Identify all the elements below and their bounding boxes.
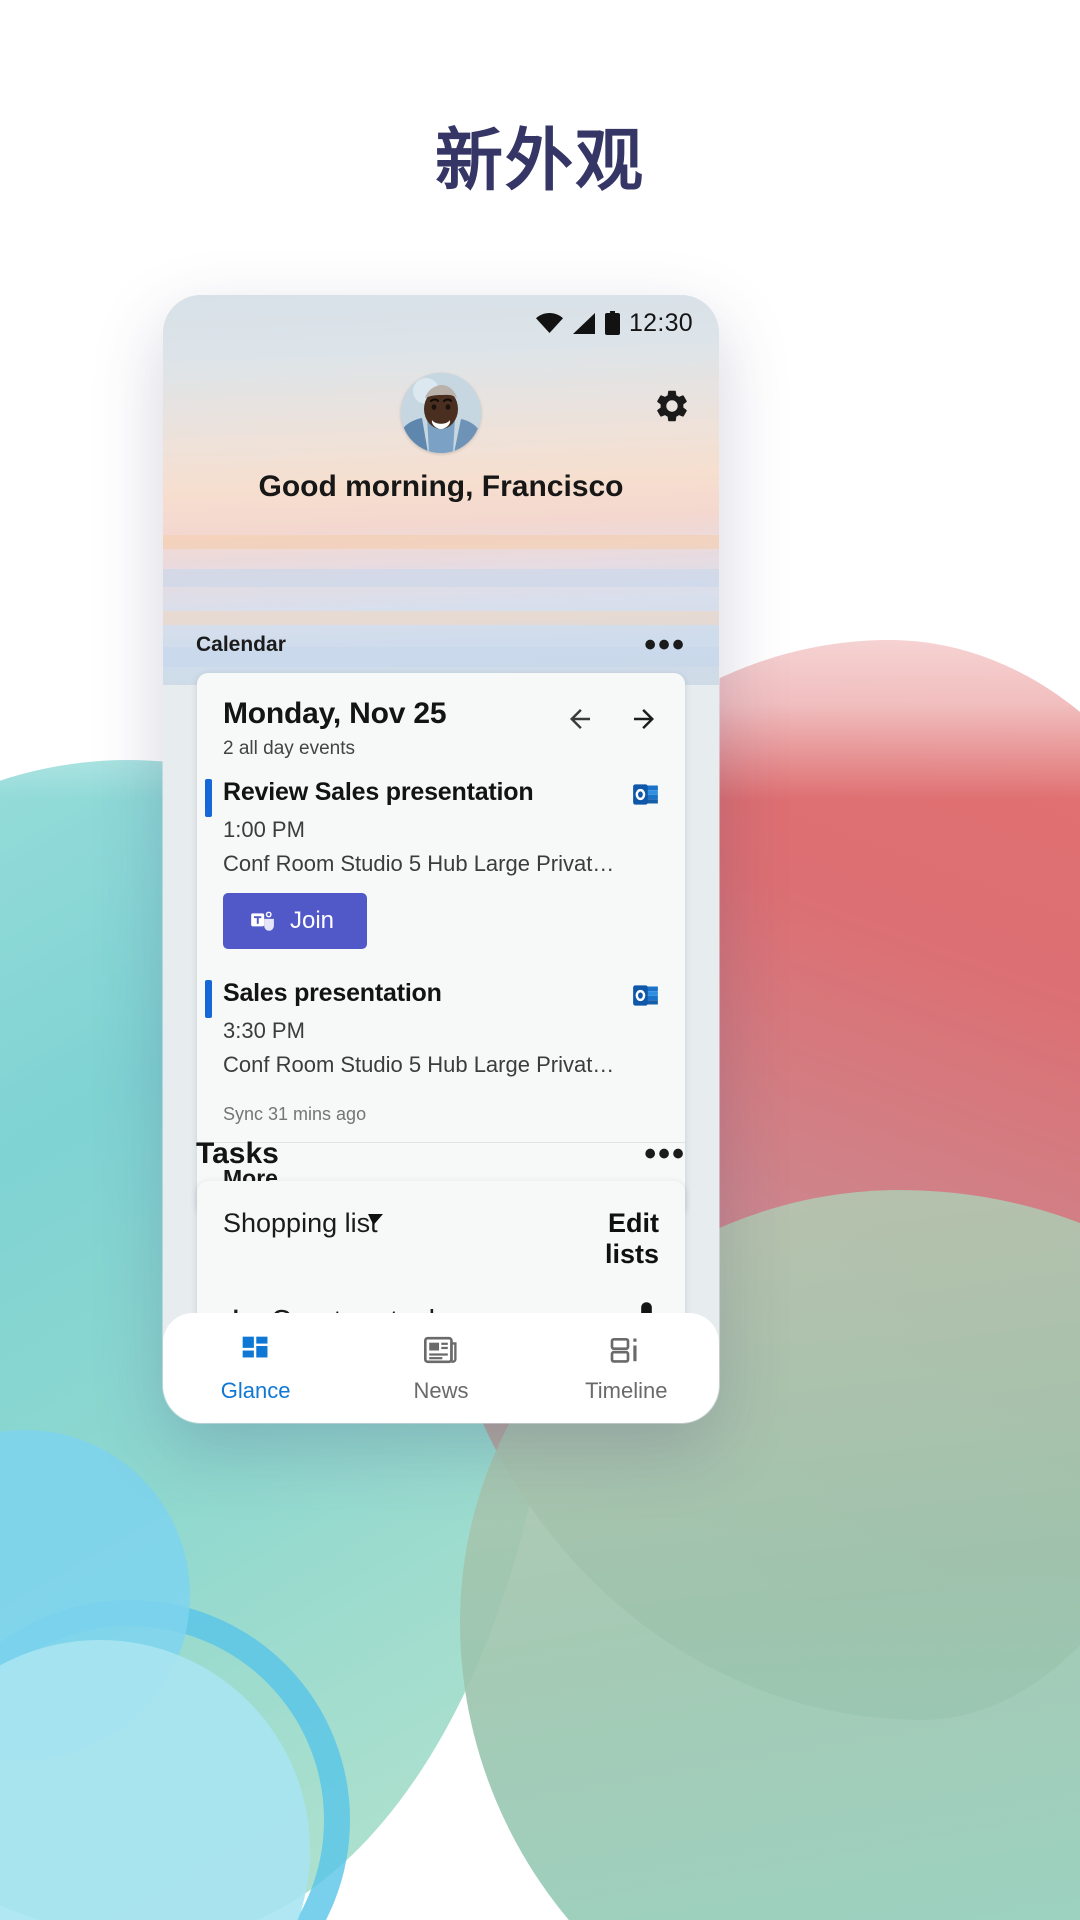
- page-headline: 新外观: [434, 122, 645, 201]
- gear-icon[interactable]: [653, 387, 691, 425]
- task-list-name: Shopping list: [223, 1208, 378, 1238]
- newspaper-icon: [423, 1333, 458, 1367]
- event-accent-bar: [205, 779, 212, 817]
- edit-lists-button[interactable]: Edit lists: [549, 1208, 659, 1270]
- nav-item-news[interactable]: News: [348, 1333, 533, 1404]
- event-title: Review Sales presentation: [223, 778, 534, 806]
- phone-mockup: 12:30 Good morning, Francisco Calendar •…: [163, 295, 719, 1423]
- nav-item-timeline[interactable]: Timeline: [534, 1333, 719, 1404]
- join-button[interactable]: Join: [223, 893, 368, 949]
- bottom-navigation-bar: Glance News Timeline: [163, 1313, 719, 1423]
- calendar-nav-arrows: [565, 697, 659, 734]
- nav-item-glance[interactable]: Glance: [163, 1333, 348, 1404]
- event-time: 1:00 PM: [223, 817, 305, 842]
- cellular-signal-icon: [572, 312, 596, 334]
- greeting-text: Good morning, Francisco: [258, 470, 624, 503]
- nav-label-news: News: [413, 1377, 469, 1403]
- calendar-overflow-menu[interactable]: •••: [644, 628, 686, 662]
- nav-label-timeline: Timeline: [585, 1377, 668, 1403]
- wifi-icon: [535, 313, 563, 333]
- calendar-section-title: Calendar: [196, 633, 286, 656]
- tasks-card-header: Shopping list Edit lists: [197, 1181, 685, 1270]
- teams-icon: [249, 908, 275, 934]
- calendar-event-row[interactable]: Sales presentation 3:30 PM Conf Room Stu…: [197, 961, 685, 1084]
- event-location: Conf Room Studio 5 Hub Large Privat…: [223, 851, 615, 876]
- tasks-section-title: Tasks: [196, 1137, 279, 1170]
- event-accent-bar: [205, 980, 212, 1018]
- calendar-section-header: Calendar •••: [163, 628, 719, 662]
- hero-color-bands: [163, 535, 719, 695]
- previous-day-arrow-icon[interactable]: [565, 704, 595, 734]
- timeline-icon: [610, 1333, 642, 1367]
- tasks-overflow-menu[interactable]: •••: [644, 1137, 686, 1171]
- event-location: Conf Room Studio 5 Hub Large Privat…: [223, 1052, 615, 1077]
- join-button-label: Join: [290, 907, 335, 934]
- status-bar-time: 12:30: [628, 308, 693, 337]
- avatar[interactable]: [401, 373, 481, 453]
- glance-tiles-icon: [240, 1333, 272, 1367]
- status-bar: 12:30: [163, 295, 719, 351]
- calendar-allday-count: 2 all day events: [223, 738, 356, 759]
- calendar-date: Monday, Nov 25: [223, 697, 447, 730]
- nav-label-glance: Glance: [220, 1377, 291, 1403]
- task-list-selector[interactable]: Shopping list: [223, 1208, 383, 1239]
- calendar-card-header: Monday, Nov 25 2 all day events: [197, 673, 685, 760]
- event-title-row: Sales presentation: [223, 979, 659, 1009]
- outlook-icon: [632, 982, 659, 1009]
- sync-status: Sync 31 mins ago: [223, 1104, 367, 1124]
- phone-screen: 12:30 Good morning, Francisco Calendar •…: [163, 295, 719, 1423]
- battery-icon: [604, 311, 620, 335]
- tasks-section-header: Tasks •••: [163, 1137, 719, 1171]
- calendar-card: Monday, Nov 25 2 all day events Review S…: [197, 673, 685, 1214]
- outlook-icon: [632, 781, 659, 808]
- next-day-arrow-icon[interactable]: [629, 704, 659, 734]
- calendar-date-block: Monday, Nov 25 2 all day events: [223, 697, 447, 760]
- event-title-row: Review Sales presentation: [223, 778, 659, 808]
- chevron-down-icon: [367, 1202, 384, 1233]
- event-time: 3:30 PM: [223, 1018, 305, 1043]
- event-title: Sales presentation: [223, 979, 442, 1007]
- calendar-event-row[interactable]: Review Sales presentation 1:00 PM Conf R…: [197, 760, 685, 961]
